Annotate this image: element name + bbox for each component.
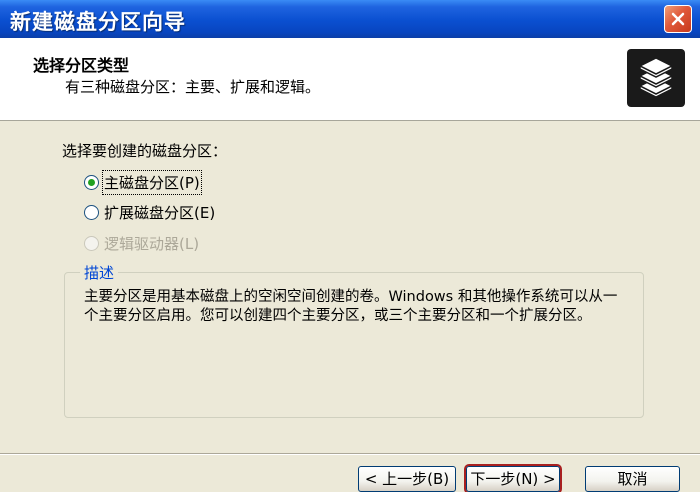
page-title: 选择分区类型: [33, 56, 130, 75]
description-text: 主要分区是用基本磁盘上的空闲空间创建的卷。Windows 和其他操作系统可以从一…: [84, 289, 618, 324]
cancel-button[interactable]: 取消: [585, 466, 680, 492]
close-icon: [671, 12, 685, 26]
primary-partition-label: 主磁盘分区(P): [102, 169, 202, 195]
button-separator: [0, 453, 700, 455]
radio-button-icon[interactable]: [84, 204, 99, 220]
next-button[interactable]: 下一步(N) >: [466, 466, 560, 492]
back-button[interactable]: < 上一步(B): [358, 466, 456, 492]
extended-partition-label: 扩展磁盘分区(E): [104, 203, 216, 222]
stacked-disks-icon: [626, 48, 686, 108]
primary-partition-radio[interactable]: 主磁盘分区(P): [84, 169, 202, 195]
radio-button-disabled-icon: [84, 235, 99, 251]
radio-button-checked-icon[interactable]: [84, 174, 99, 190]
logical-drive-label: 逻辑驱动器(L): [104, 234, 200, 253]
wizard-header: 选择分区类型 有三种磁盘分区：主要、扩展和逻辑。: [0, 38, 700, 121]
window-title: 新建磁盘分区向导: [10, 10, 186, 34]
partition-type-label: 选择要创建的磁盘分区：: [62, 142, 228, 160]
page-subtitle: 有三种磁盘分区：主要、扩展和逻辑。: [65, 78, 321, 96]
close-button[interactable]: [664, 5, 692, 33]
title-bar[interactable]: 新建磁盘分区向导: [0, 0, 700, 38]
description-legend: 描述: [80, 262, 119, 283]
extended-partition-radio[interactable]: 扩展磁盘分区(E): [84, 200, 215, 224]
logical-drive-radio: 逻辑驱动器(L): [84, 231, 199, 255]
